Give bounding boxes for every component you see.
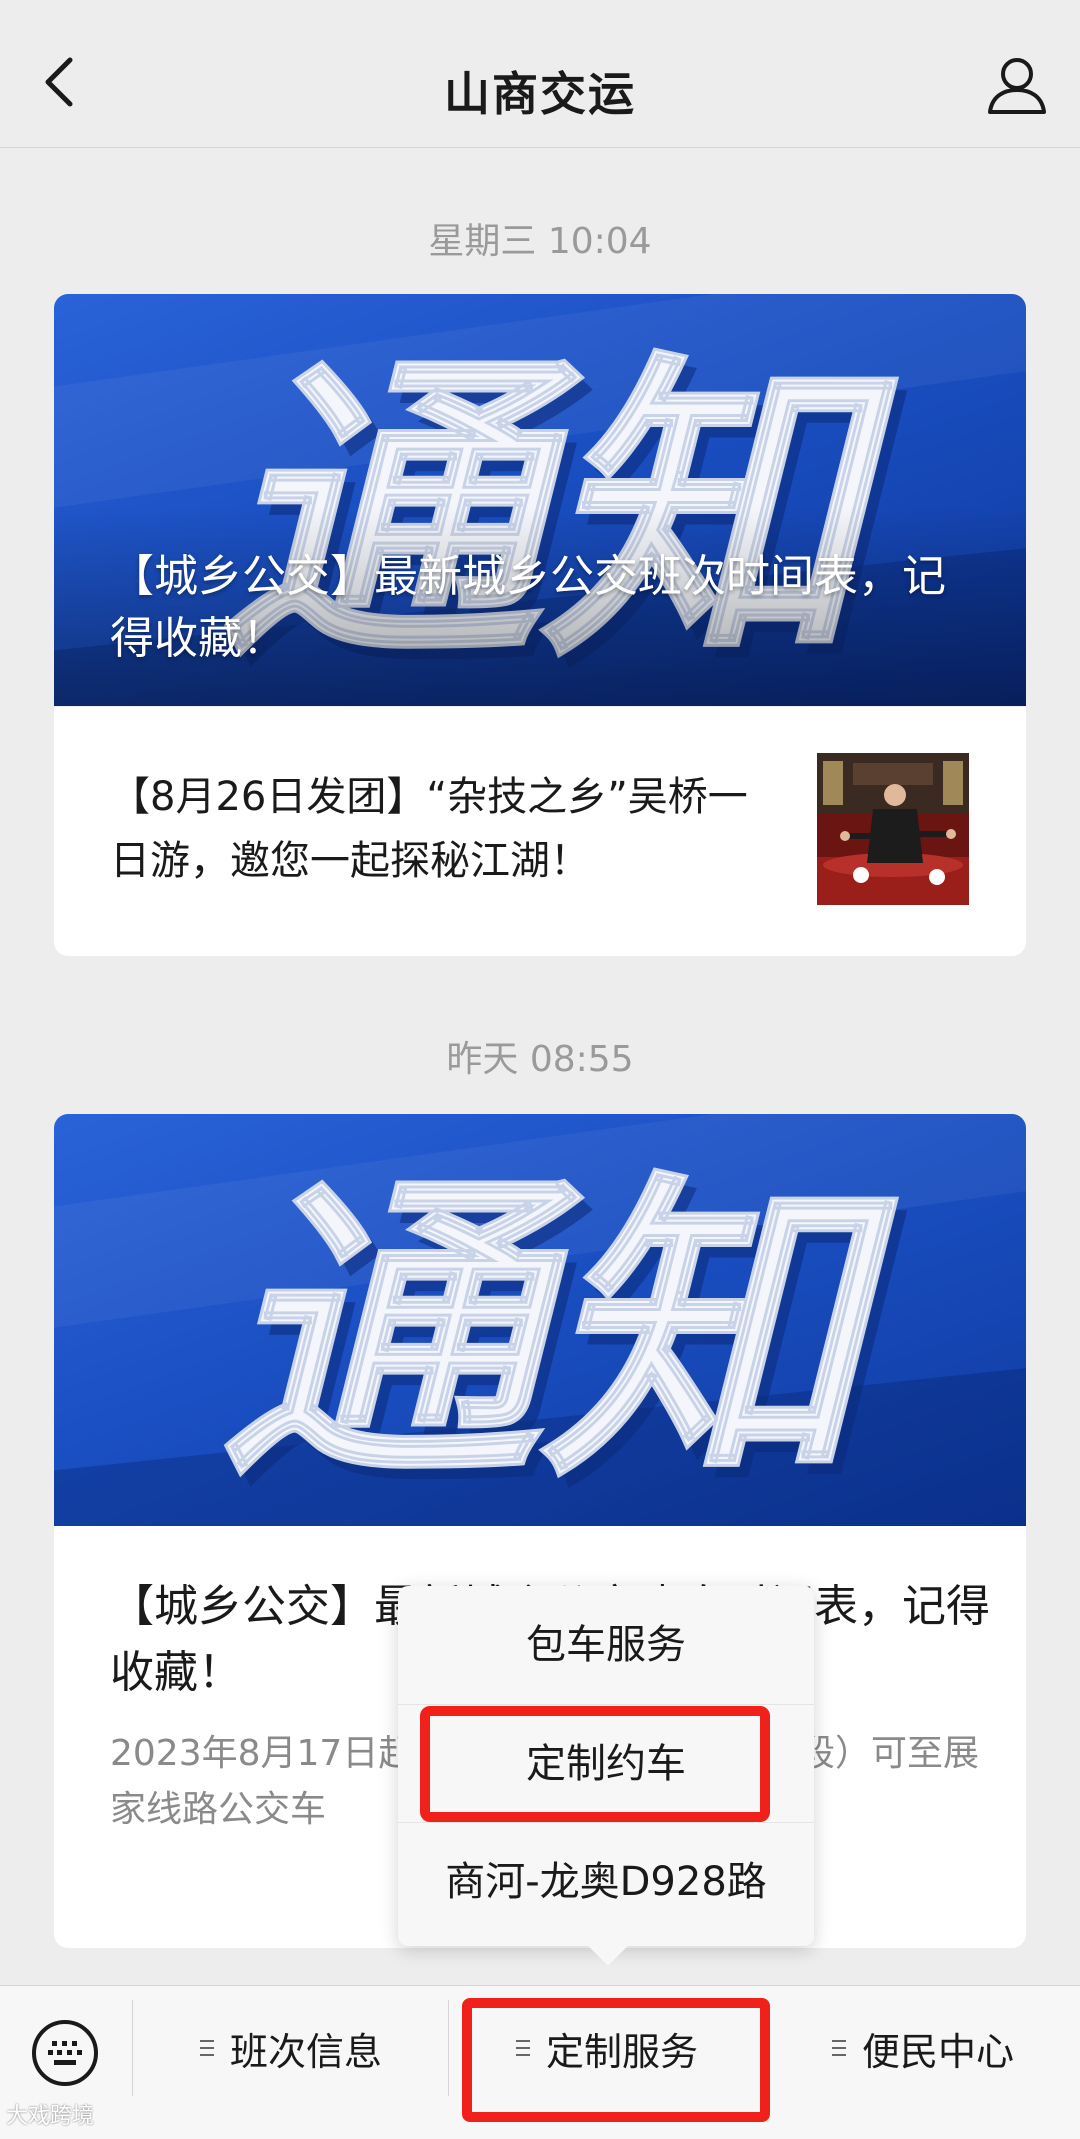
menu-schedule-info[interactable]: 班次信息 — [134, 1986, 448, 2110]
article-title: 【城乡公交】最新城乡公交班次时间表，记得收藏！ — [110, 551, 946, 664]
menu-label: 班次信息 — [229, 2029, 382, 2074]
menu-lines-icon — [199, 2040, 214, 2056]
bottom-menu-bar: 班次信息 定制服务 便民中心 — [0, 1985, 1080, 2139]
performer-image — [817, 753, 969, 905]
notice-banner-art: 通知 通知 — [219, 1147, 910, 1527]
article-card: 通知 通知 【城乡公交】最新城乡公交班次时间表，记得收藏！ 【8月26日发团】“… — [54, 294, 1026, 956]
message-timestamp: 昨天 08:55 — [446, 1039, 634, 1080]
submenu-popup: 包车服务 定制约车 商河-龙奥D928路 — [398, 1586, 814, 1966]
article-list-item[interactable]: 【8月26日发团】“杂技之乡”吴桥一日游，邀您一起探秘江湖！ — [54, 706, 1026, 956]
keyboard-toggle-button[interactable] — [30, 2018, 100, 2088]
menu-convenience-center[interactable]: 便民中心 — [766, 1986, 1080, 2110]
menu-label: 便民中心 — [861, 2029, 1014, 2074]
article-cover[interactable]: 通知 通知 【城乡公交】最新城乡公交班次时间表，记得收藏！ — [54, 294, 1026, 706]
menu-divider — [132, 2000, 133, 2096]
watermark: 大戏跨境 — [6, 2104, 95, 2129]
article-title: 【8月26日发团】“杂技之乡”吴桥一日游，邀您一起探秘江湖！ — [110, 774, 748, 884]
message-timestamp: 星期三 10:04 — [428, 221, 652, 262]
notice-art-text: 通知 — [220, 1148, 900, 1520]
keyboard-icon — [32, 2020, 98, 2086]
menu-lines-icon — [831, 2040, 846, 2056]
submenu-item-charter[interactable]: 包车服务 — [398, 1586, 814, 1704]
page-title: 山商交运 — [444, 67, 636, 121]
article-cover: 通知 通知 — [54, 1114, 1026, 1526]
menu-divider — [448, 2000, 449, 2096]
red-highlight-box — [420, 1706, 770, 1822]
person-icon — [988, 58, 1046, 114]
article-thumbnail — [817, 753, 969, 905]
submenu-item-d928-route[interactable]: 商河-龙奥D928路 — [398, 1822, 814, 1940]
nav-bar: 山商交运 — [0, 0, 1080, 148]
profile-button[interactable] — [984, 52, 1050, 118]
red-highlight-box — [462, 1998, 770, 2122]
